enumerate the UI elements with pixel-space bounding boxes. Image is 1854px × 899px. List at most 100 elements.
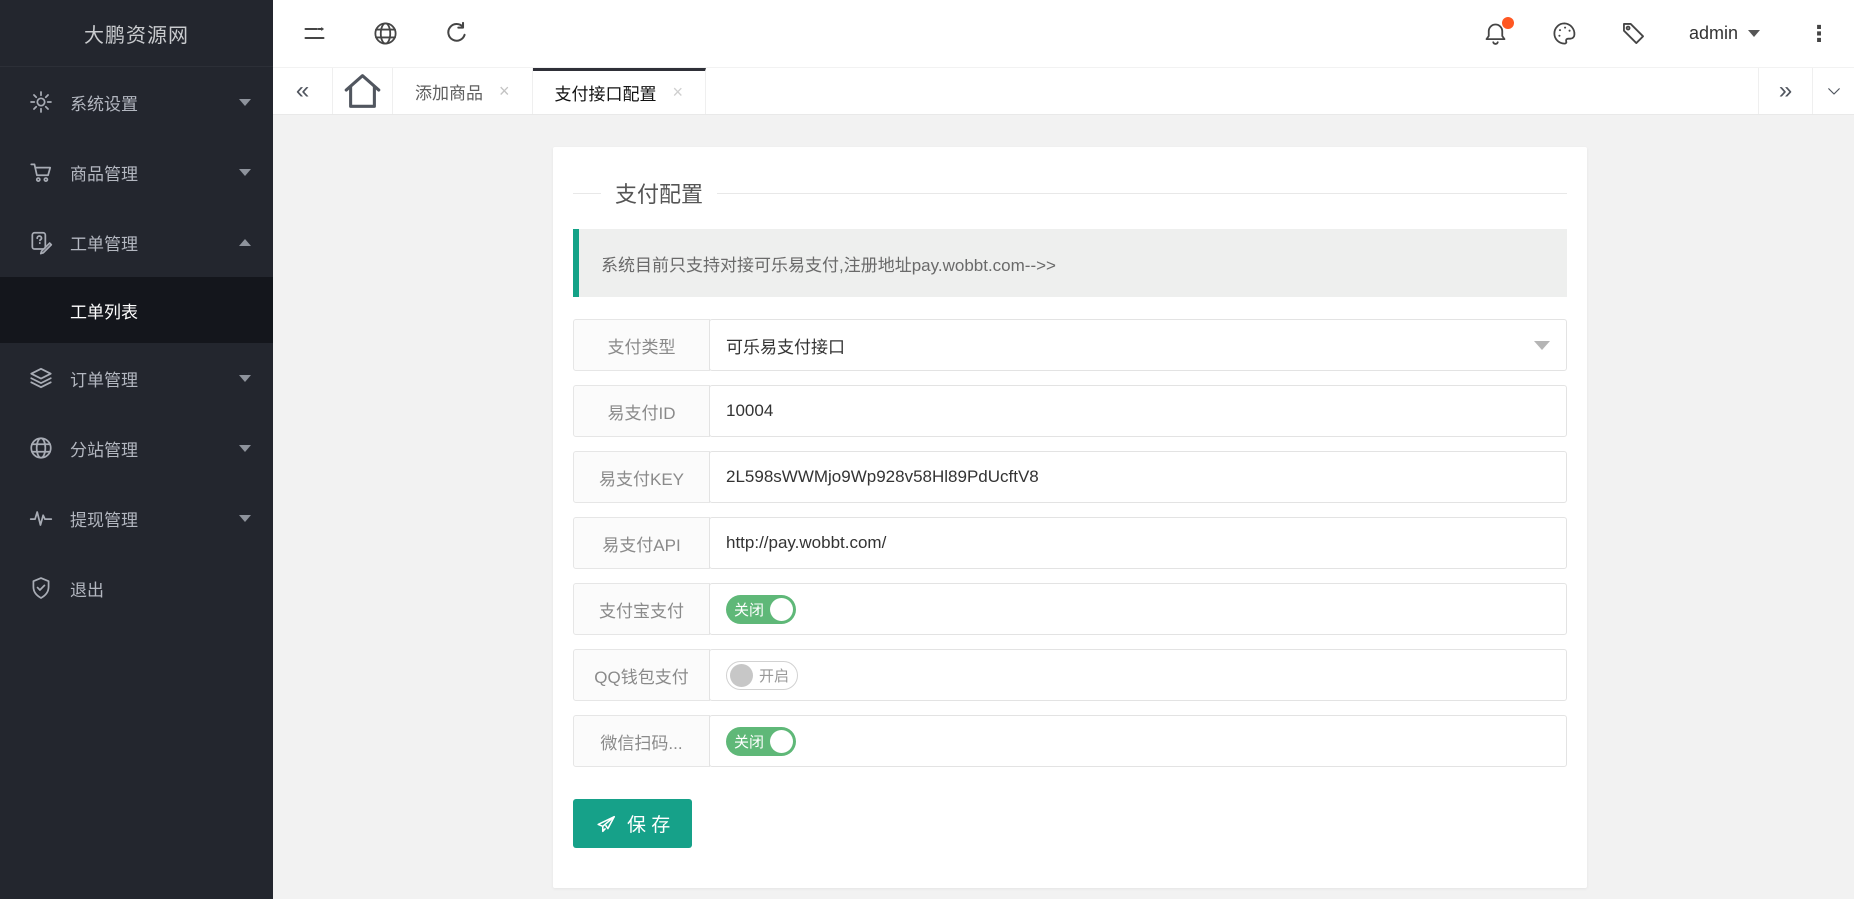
topbar-left-icons	[301, 20, 470, 47]
tab-add-product[interactable]: 添加商品 ×	[393, 68, 533, 114]
chevron-down-icon	[239, 169, 251, 176]
more-options-icon[interactable]: ⋮	[1802, 23, 1836, 45]
sidebar-subitem-label: 工单列表	[70, 298, 138, 323]
collapse-sidebar-icon[interactable]	[301, 20, 328, 47]
field-label: 微信扫码...	[573, 715, 710, 767]
alipay-field-wrap: 关闭	[709, 583, 1567, 635]
tab-label: 支付接口配置	[555, 80, 657, 105]
tabs-scroll-right-button[interactable]: »	[1758, 68, 1812, 114]
chevron-down-icon	[1825, 82, 1843, 100]
qq-wallet-field-wrap: 开启	[709, 649, 1567, 701]
sidebar-item-label: 退出	[70, 576, 251, 601]
form-row-pay-type: 支付类型 可乐易支付接口	[573, 319, 1567, 371]
save-button[interactable]: 保 存	[573, 799, 692, 848]
epay-api-input[interactable]	[726, 533, 1566, 553]
field-label: 支付类型	[573, 319, 710, 371]
pay-type-select[interactable]: 可乐易支付接口	[709, 319, 1567, 371]
form-row-epay-key: 易支付KEY	[573, 451, 1567, 503]
globe-refresh-site-icon[interactable]	[372, 20, 399, 47]
alipay-toggle[interactable]: 关闭	[726, 595, 796, 624]
sidebar-item-ticket-management[interactable]: 工单管理	[0, 207, 273, 277]
content-area: 支付配置 系统目前只支持对接可乐易支付,注册地址pay.wobbt.com-->…	[273, 115, 1854, 899]
tag-icon[interactable]	[1620, 20, 1647, 47]
notification-badge	[1502, 17, 1514, 29]
globe-icon	[28, 435, 54, 461]
info-alert: 系统目前只支持对接可乐易支付,注册地址pay.wobbt.com-->>	[573, 229, 1567, 297]
toggle-text: 关闭	[734, 599, 764, 620]
sidebar-item-label: 商品管理	[70, 160, 239, 185]
sidebar-item-logout[interactable]: 退出	[0, 553, 273, 623]
wechat-scan-field-wrap: 关闭	[709, 715, 1567, 767]
ticket-edit-icon	[28, 229, 54, 255]
chevron-down-icon	[239, 375, 251, 382]
tabbar-spacer	[706, 68, 1758, 114]
sidebar-item-label: 系统设置	[70, 90, 239, 115]
sidebar-item-substation-management[interactable]: 分站管理	[0, 413, 273, 483]
title-divider-right	[717, 193, 1567, 194]
card-title-row: 支付配置	[573, 171, 1567, 215]
sidebar: 大鹏资源网 系统设置 商品管理 工单管理 工单列表	[0, 0, 273, 899]
epay-id-field-wrap	[709, 385, 1567, 437]
title-divider-left	[573, 193, 601, 194]
layers-icon	[28, 365, 54, 391]
qq-wallet-toggle[interactable]: 开启	[726, 661, 798, 690]
epay-key-input[interactable]	[726, 467, 1566, 487]
form-row-alipay: 支付宝支付 关闭	[573, 583, 1567, 635]
close-icon[interactable]: ×	[673, 82, 684, 103]
tab-bar: « 添加商品 × 支付接口配置 × »	[273, 67, 1854, 115]
sidebar-item-product-management[interactable]: 商品管理	[0, 137, 273, 207]
info-alert-text: 系统目前只支持对接可乐易支付,注册地址pay.wobbt.com-->>	[601, 251, 1056, 276]
sidebar-item-label: 工单管理	[70, 230, 239, 255]
payment-config-card: 支付配置 系统目前只支持对接可乐易支付,注册地址pay.wobbt.com-->…	[553, 147, 1587, 888]
epay-id-input[interactable]	[726, 401, 1566, 421]
epay-key-field-wrap	[709, 451, 1567, 503]
toggle-knob	[730, 664, 753, 687]
gear-icon	[28, 89, 54, 115]
topbar: admin ⋮	[273, 0, 1854, 67]
theme-palette-icon[interactable]	[1551, 20, 1578, 47]
shield-check-icon	[28, 575, 54, 601]
double-chevron-left-icon: «	[296, 77, 309, 105]
refresh-icon[interactable]	[443, 20, 470, 47]
field-label: 易支付ID	[573, 385, 710, 437]
sidebar-subitem-ticket-list[interactable]: 工单列表	[0, 277, 273, 343]
epay-api-field-wrap	[709, 517, 1567, 569]
form-row-epay-api: 易支付API	[573, 517, 1567, 569]
save-button-label: 保 存	[627, 810, 670, 837]
toggle-knob	[770, 598, 793, 621]
chevron-down-icon	[239, 445, 251, 452]
field-label: 易支付API	[573, 517, 710, 569]
tabs-dropdown-button[interactable]	[1812, 68, 1854, 114]
chevron-up-icon	[239, 239, 251, 246]
select-dropdown-arrow-icon[interactable]	[1534, 341, 1550, 350]
notification-bell-icon[interactable]	[1482, 20, 1509, 47]
tab-payment-api-config[interactable]: 支付接口配置 ×	[533, 68, 707, 114]
toggle-text: 开启	[759, 665, 789, 686]
field-label: QQ钱包支付	[573, 649, 710, 701]
sidebar-item-label: 分站管理	[70, 436, 239, 461]
wechat-scan-toggle[interactable]: 关闭	[726, 727, 796, 756]
field-label: 易支付KEY	[573, 451, 710, 503]
tabs-scroll-left-button[interactable]: «	[273, 68, 333, 114]
field-label: 支付宝支付	[573, 583, 710, 635]
sidebar-item-system-settings[interactable]: 系统设置	[0, 67, 273, 137]
sidebar-item-withdrawal-management[interactable]: 提现管理	[0, 483, 273, 553]
form-row-qq-wallet: QQ钱包支付 开启	[573, 649, 1567, 701]
sidebar-item-label: 订单管理	[70, 366, 239, 391]
form-row-epay-id: 易支付ID	[573, 385, 1567, 437]
chevron-down-icon	[1748, 30, 1760, 37]
pay-type-selected-value: 可乐易支付接口	[726, 333, 845, 358]
site-title: 大鹏资源网	[0, 0, 273, 67]
send-icon	[595, 813, 617, 835]
user-menu[interactable]: admin	[1689, 23, 1760, 44]
topbar-right-controls: admin ⋮	[1482, 20, 1836, 47]
sidebar-item-order-management[interactable]: 订单管理	[0, 343, 273, 413]
chevron-down-icon	[239, 515, 251, 522]
main-column: admin ⋮ « 添加商品 × 支付接口配置 ×	[273, 0, 1854, 899]
home-icon	[333, 68, 392, 114]
pulse-icon	[28, 505, 54, 531]
toggle-knob	[770, 730, 793, 753]
close-icon[interactable]: ×	[499, 81, 510, 102]
double-chevron-right-icon: »	[1779, 77, 1792, 105]
home-tab[interactable]	[333, 68, 393, 114]
